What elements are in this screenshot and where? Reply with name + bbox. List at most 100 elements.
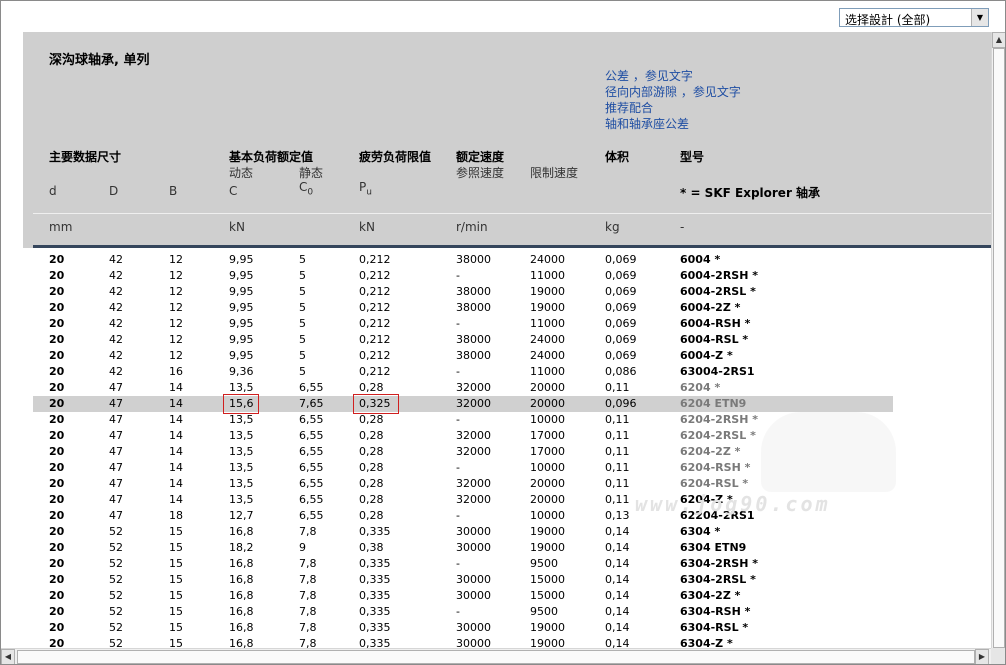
table-cell: 19000 <box>530 621 565 634</box>
table-cell: 20 <box>49 541 65 554</box>
table-cell: 52 <box>109 621 123 634</box>
header-load-rating: 基本负荷额定值 <box>229 150 314 164</box>
table-cell: 32000 <box>456 429 491 442</box>
link-clearance[interactable]: 径向内部游隙 ，参见文字 <box>605 83 741 100</box>
table-row[interactable]: 20 42 12 9,95 5 0,212 38000 24000 0,069 6004-RSL … <box>33 332 893 348</box>
table-cell: 6,55 <box>299 477 324 490</box>
table-cell: 0,11 <box>605 413 630 426</box>
table-cell: 17000 <box>530 445 565 458</box>
table-cell: - <box>456 605 460 618</box>
table-row[interactable]: 20 42 12 9,95 5 0,212 38000 19000 0,069 6004-2Z * <box>33 300 893 316</box>
table-cell: 5 <box>299 285 306 298</box>
header-d: d <box>49 184 57 198</box>
table-cell: 20000 <box>530 381 565 394</box>
table-row[interactable]: 20 52 15 16,8 7,8 0,335 30000 19000 0,14 6304-RSL… <box>33 620 893 636</box>
table-cell: 0,069 <box>605 269 637 282</box>
horizontal-scroll-thumb[interactable] <box>17 650 975 664</box>
table-row[interactable]: 20 42 12 9,95 5 0,212 38000 24000 0,069 6004 * <box>33 252 893 268</box>
table-row[interactable]: 20 52 15 16,8 7,8 0,335 30000 19000 0,14 6304 * <box>33 524 893 540</box>
header-D: D <box>109 184 119 198</box>
scroll-up-icon[interactable]: ▲ <box>992 32 1005 48</box>
link-fits[interactable]: 推荐配合 <box>605 99 653 116</box>
table-cell: 47 <box>109 509 123 522</box>
table-cell: 6,55 <box>299 493 324 506</box>
table-cell: 7,8 <box>299 573 317 586</box>
designation-cell: 6304-RSL * <box>680 621 749 634</box>
table-cell: 20 <box>49 509 65 522</box>
table-cell: 14 <box>169 397 183 410</box>
table-cell: 12 <box>169 317 183 330</box>
table-cell: 42 <box>109 317 123 330</box>
table-cell: 30000 <box>456 589 491 602</box>
highlight-box-dynamic <box>223 394 259 414</box>
unit-mm: mm <box>49 220 73 234</box>
table-cell: 20 <box>49 525 65 538</box>
unit-rmin: r/min <box>456 220 488 234</box>
table-cell: 14 <box>169 381 183 394</box>
table-cell: 6,55 <box>299 509 324 522</box>
table-cell: 42 <box>109 301 123 314</box>
table-cell: 13,5 <box>229 429 254 442</box>
table-cell: 0,11 <box>605 477 630 490</box>
table-cell: 0,335 <box>359 573 391 586</box>
scroll-right-icon[interactable]: ▶ <box>975 649 989 664</box>
table-cell: 9500 <box>530 557 558 570</box>
table-cell: 32000 <box>456 381 491 394</box>
table-cell: 5 <box>299 253 306 266</box>
table-cell: - <box>456 317 460 330</box>
table-cell: - <box>456 365 460 378</box>
table-cell: 13,5 <box>229 381 254 394</box>
table-row[interactable]: 20 42 12 9,95 5 0,212 - 11000 0,069 6004-2RSH * <box>33 268 893 284</box>
designation-cell: 6204-RSL * <box>680 477 749 490</box>
table-cell: 10000 <box>530 509 565 522</box>
table-row[interactable]: 20 42 12 9,95 5 0,212 38000 24000 0,069 6004-Z * <box>33 348 893 364</box>
table-cell: 0,28 <box>359 429 384 442</box>
table-cell: 9500 <box>530 605 558 618</box>
scroll-left-icon[interactable]: ◀ <box>1 649 15 664</box>
table-row[interactable]: 20 52 15 16,8 7,8 0,335 - 9500 0,14 6304-RSH * <box>33 604 893 620</box>
table-cell: 42 <box>109 333 123 346</box>
table-cell: 7,8 <box>299 525 317 538</box>
table-cell: 16,8 <box>229 621 254 634</box>
table-row[interactable]: 20 52 15 16,8 7,8 0,335 - 9500 0,14 6304-2RSH * <box>33 556 893 572</box>
table-cell: 12 <box>169 349 183 362</box>
vertical-scrollbar[interactable]: ▲ <box>991 32 1005 648</box>
table-cell: 47 <box>109 445 123 458</box>
table-cell: 0,14 <box>605 541 630 554</box>
table-cell: 19000 <box>530 285 565 298</box>
table-cell: 11000 <box>530 269 565 282</box>
highlight-box-fatigue <box>353 394 399 414</box>
link-shaft-housing[interactable]: 轴和轴承座公差 <box>605 115 689 132</box>
table-cell: - <box>456 461 460 474</box>
horizontal-scrollbar[interactable]: ◀ ▶ <box>1 648 991 664</box>
link-tolerance[interactable]: 公差 ，参见文字 <box>605 67 693 84</box>
table-cell: 0,11 <box>605 461 630 474</box>
table-row[interactable]: 20 42 16 9,36 5 0,212 - 11000 0,086 63004-2RS1 <box>33 364 893 380</box>
table-row[interactable]: 20 52 15 18,2 9 0,38 30000 19000 0,14 6304 ETN9 <box>33 540 893 556</box>
table-row[interactable]: 20 47 14 15,6 7,65 0,325 32000 20000 0,096 6204 E… <box>33 396 893 412</box>
table-row[interactable]: 20 52 15 16,8 7,8 0,335 30000 15000 0,14 6304-2Z … <box>33 588 893 604</box>
table-cell: 7,8 <box>299 605 317 618</box>
table-row[interactable]: 20 42 12 9,95 5 0,212 38000 19000 0,069 6004-2RSL… <box>33 284 893 300</box>
table-cell: 14 <box>169 477 183 490</box>
table-cell: 18 <box>169 509 183 522</box>
table-cell: 7,8 <box>299 589 317 602</box>
design-select[interactable]: 选择設計 (全部) ▼ <box>839 8 989 27</box>
table-cell: 20000 <box>530 397 565 410</box>
table-cell: 13,5 <box>229 413 254 426</box>
table-cell: 5 <box>299 301 306 314</box>
chevron-down-icon[interactable]: ▼ <box>971 9 988 26</box>
table-cell: 20000 <box>530 477 565 490</box>
table-cell: 15 <box>169 525 183 538</box>
vertical-scroll-thumb[interactable] <box>993 48 1005 648</box>
table-row[interactable]: 20 47 14 13,5 6,55 0,28 - 10000 0,11 6204-2RSH * <box>33 412 893 428</box>
table-row[interactable]: 20 52 15 16,8 7,8 0,335 30000 15000 0,14 6304-2RS… <box>33 572 893 588</box>
header-mass: 体积 <box>605 150 630 164</box>
table-cell: 0,212 <box>359 301 391 314</box>
table-cell: 12 <box>169 253 183 266</box>
table-row[interactable]: 20 47 14 13,5 6,55 0,28 32000 20000 0,11 6204 * <box>33 380 893 396</box>
table-cell: 0,28 <box>359 413 384 426</box>
table-header: 深沟球轴承, 单列 公差 ，参见文字 径向内部游隙 ，参见文字 推荐配合 轴和轴… <box>23 32 991 248</box>
table-row[interactable]: 20 42 12 9,95 5 0,212 - 11000 0,069 6004-RSH * <box>33 316 893 332</box>
table-cell: 0,069 <box>605 333 637 346</box>
